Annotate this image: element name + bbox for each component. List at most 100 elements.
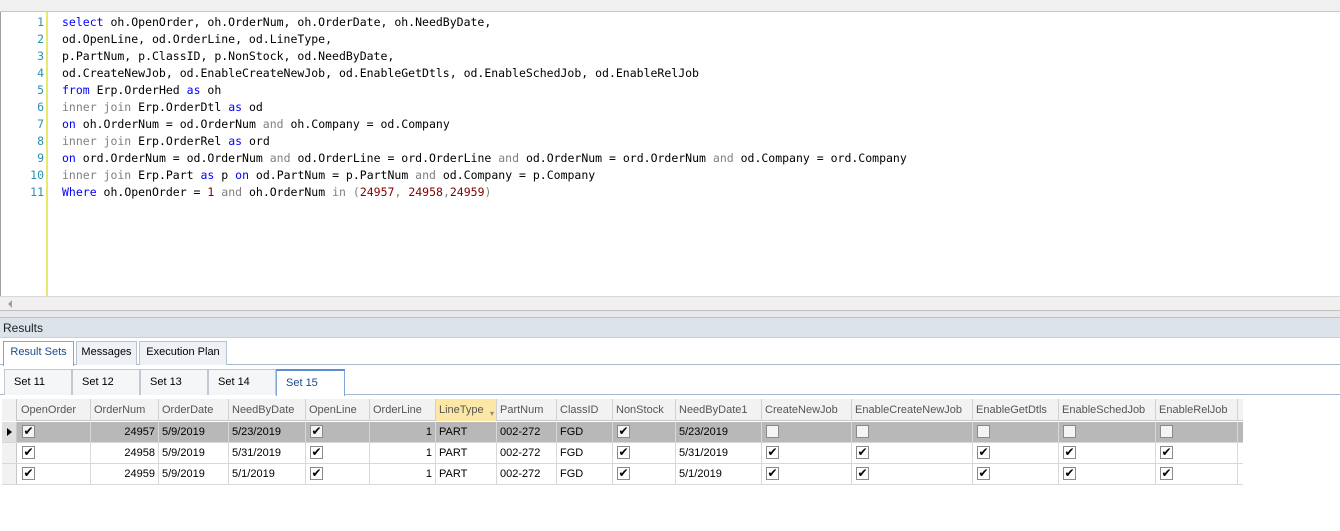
- code-line[interactable]: inner join Erp.OrderRel as ord: [62, 133, 270, 150]
- checkbox-unchecked[interactable]: [977, 425, 990, 438]
- cell-needbydate1[interactable]: 5/31/2019: [676, 443, 762, 463]
- cell-partnum[interactable]: 002-272: [497, 422, 557, 442]
- column-header-nonstock[interactable]: NonStock: [613, 399, 676, 421]
- cell-orderdate[interactable]: 5/9/2019: [159, 443, 229, 463]
- checkbox-checked[interactable]: ✔: [617, 446, 630, 459]
- code-line[interactable]: inner join Erp.Part as p on od.PartNum =…: [62, 167, 595, 184]
- column-header-openline[interactable]: OpenLine: [306, 399, 370, 421]
- editor-horizontal-scrollbar[interactable]: [0, 296, 1340, 310]
- pane-splitter[interactable]: [0, 310, 1340, 318]
- checkbox-checked[interactable]: ✔: [22, 467, 35, 480]
- code-line[interactable]: od.OpenLine, od.OrderLine, od.LineType,: [62, 31, 332, 48]
- cell-orderline[interactable]: 1: [370, 464, 436, 484]
- cell-linetype[interactable]: PART: [436, 464, 497, 484]
- tab-set-15[interactable]: Set 15: [276, 369, 345, 396]
- column-header-partnum[interactable]: PartNum: [497, 399, 557, 421]
- cell-ordernum[interactable]: 24959: [91, 464, 159, 484]
- cell-ordernum[interactable]: 24958: [91, 443, 159, 463]
- checkbox-unchecked[interactable]: [1160, 425, 1173, 438]
- cell-classid[interactable]: FGD: [557, 422, 613, 442]
- cell-orderdate[interactable]: 5/9/2019: [159, 464, 229, 484]
- checkbox-checked[interactable]: ✔: [617, 425, 630, 438]
- cell-needbydate1[interactable]: 5/1/2019: [676, 464, 762, 484]
- row-selector-header[interactable]: [2, 399, 17, 421]
- code-line[interactable]: inner join Erp.OrderDtl as od: [62, 99, 263, 116]
- checkbox-checked[interactable]: ✔: [22, 446, 35, 459]
- column-header-needbydate[interactable]: NeedByDate: [229, 399, 306, 421]
- cell-orderdate[interactable]: 5/9/2019: [159, 422, 229, 442]
- column-header-enablegetdtls[interactable]: EnableGetDtls: [973, 399, 1059, 421]
- line-number: 1: [37, 15, 44, 29]
- column-header-createnewjob[interactable]: CreateNewJob: [762, 399, 852, 421]
- filter-icon[interactable]: ▾: [490, 403, 494, 421]
- column-header-orderline[interactable]: OrderLine: [370, 399, 436, 421]
- code-line[interactable]: Where oh.OpenOrder = 1 and oh.OrderNum i…: [62, 184, 491, 201]
- checkbox-checked[interactable]: ✔: [977, 446, 990, 459]
- cell-linetype[interactable]: PART: [436, 422, 497, 442]
- checkbox-checked[interactable]: ✔: [856, 467, 869, 480]
- tab-set-11[interactable]: Set 11: [4, 369, 72, 395]
- results-grid[interactable]: OpenOrder OrderNum OrderDate NeedByDate Open…: [2, 399, 1340, 531]
- code-line[interactable]: select oh.OpenOrder, oh.OrderNum, oh.Ord…: [62, 14, 491, 31]
- column-header-openorder[interactable]: OpenOrder: [18, 399, 91, 421]
- checkbox-unchecked[interactable]: [856, 425, 869, 438]
- cell-needbydate1[interactable]: 5/23/2019: [676, 422, 762, 442]
- cell-partnum[interactable]: 002-272: [497, 443, 557, 463]
- row-selector[interactable]: [2, 422, 17, 442]
- column-header-classid[interactable]: ClassID: [557, 399, 613, 421]
- checkbox-checked[interactable]: ✔: [617, 467, 630, 480]
- column-header-ordernum[interactable]: OrderNum: [91, 399, 159, 421]
- code-line[interactable]: on oh.OrderNum = od.OrderNum and oh.Comp…: [62, 116, 450, 133]
- tab-result-sets[interactable]: Result Sets: [3, 341, 74, 366]
- column-header-linetype[interactable]: LineType ▾: [436, 399, 497, 421]
- checkbox-checked[interactable]: ✔: [1160, 446, 1173, 459]
- scroll-left-arrow-icon[interactable]: [8, 300, 12, 308]
- table-row[interactable]: ✔ 24957 5/9/2019 5/23/2019 ✔ 1 PART 002-272 FGD ✔…: [2, 422, 1243, 443]
- table-row[interactable]: ✔ 24958 5/9/2019 5/31/2019 ✔ 1 PART 002-272 FGD ✔…: [2, 443, 1243, 464]
- checkbox-checked[interactable]: ✔: [766, 446, 779, 459]
- cell-partnum[interactable]: 002-272: [497, 464, 557, 484]
- column-header-label: NeedByDate1: [679, 404, 748, 416]
- column-header-orderdate[interactable]: OrderDate: [159, 399, 229, 421]
- checkbox-checked[interactable]: ✔: [310, 446, 323, 459]
- cell-needbydate[interactable]: 5/31/2019: [229, 443, 306, 463]
- cell-needbydate[interactable]: 5/23/2019: [229, 422, 306, 442]
- checkbox-checked[interactable]: ✔: [1063, 467, 1076, 480]
- row-selector[interactable]: [2, 443, 17, 463]
- column-header-needbydate1[interactable]: NeedByDate1: [676, 399, 762, 421]
- column-header-enablecreatenewjob[interactable]: EnableCreateNewJob: [852, 399, 973, 421]
- checkbox-checked[interactable]: ✔: [977, 467, 990, 480]
- tab-set-13[interactable]: Set 13: [140, 369, 208, 395]
- cell-linetype[interactable]: PART: [436, 443, 497, 463]
- cell-classid[interactable]: FGD: [557, 443, 613, 463]
- column-header-enableschedjob[interactable]: EnableSchedJob: [1059, 399, 1156, 421]
- table-row[interactable]: ✔ 24959 5/9/2019 5/1/2019 ✔ 1 PART 002-272 FGD ✔ 5…: [2, 464, 1243, 485]
- checkbox-checked[interactable]: ✔: [766, 467, 779, 480]
- code-token: od.OrderLine = ord.OrderLine: [290, 151, 499, 165]
- cell-ordernum[interactable]: 24957: [91, 422, 159, 442]
- checkbox-checked[interactable]: ✔: [310, 425, 323, 438]
- tab-execution-plan[interactable]: Execution Plan: [139, 341, 227, 365]
- code-line[interactable]: on ord.OrderNum = od.OrderNum and od.Ord…: [62, 150, 907, 167]
- code-token: Erp.OrderDtl: [131, 100, 229, 114]
- tab-set-14[interactable]: Set 14: [208, 369, 276, 395]
- code-line[interactable]: p.PartNum, p.ClassID, p.NonStock, od.Nee…: [62, 48, 394, 65]
- tab-messages[interactable]: Messages: [76, 341, 137, 365]
- cell-needbydate[interactable]: 5/1/2019: [229, 464, 306, 484]
- sql-editor[interactable]: 1 2 3 4 5 6 7 8 9 10 11 select oh.OpenOrder, oh.Or…: [0, 12, 1340, 296]
- checkbox-checked[interactable]: ✔: [22, 425, 35, 438]
- checkbox-checked[interactable]: ✔: [856, 446, 869, 459]
- checkbox-unchecked[interactable]: [766, 425, 779, 438]
- checkbox-unchecked[interactable]: [1063, 425, 1076, 438]
- code-line[interactable]: from Erp.OrderHed as oh: [62, 82, 221, 99]
- cell-orderline[interactable]: 1: [370, 443, 436, 463]
- checkbox-checked[interactable]: ✔: [310, 467, 323, 480]
- code-line[interactable]: od.CreateNewJob, od.EnableCreateNewJob, …: [62, 65, 699, 82]
- row-selector[interactable]: [2, 464, 17, 484]
- tab-set-12[interactable]: Set 12: [72, 369, 140, 395]
- checkbox-checked[interactable]: ✔: [1160, 467, 1173, 480]
- column-header-enablereljob[interactable]: EnableRelJob: [1156, 399, 1238, 421]
- checkbox-checked[interactable]: ✔: [1063, 446, 1076, 459]
- cell-classid[interactable]: FGD: [557, 464, 613, 484]
- cell-orderline[interactable]: 1: [370, 422, 436, 442]
